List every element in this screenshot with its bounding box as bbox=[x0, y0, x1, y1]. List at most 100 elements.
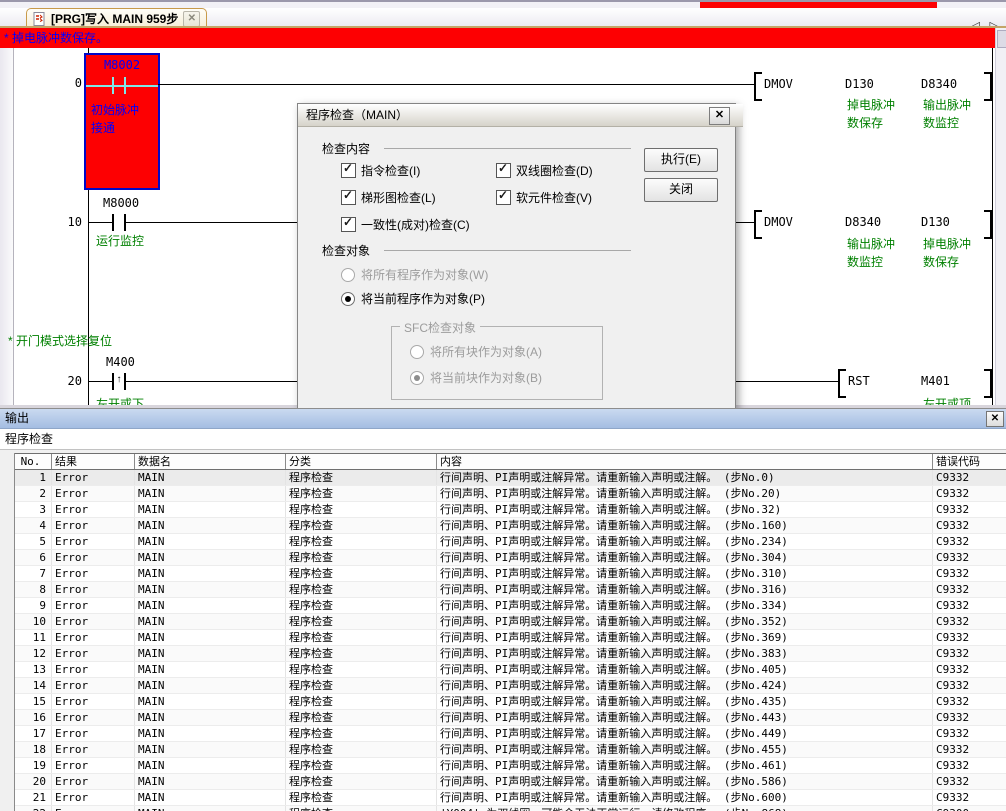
group-separator-line bbox=[384, 148, 631, 149]
instruction-op[interactable]: DMOV bbox=[764, 77, 793, 91]
execute-button[interactable]: 执行(E) bbox=[644, 148, 718, 172]
table-row[interactable]: 16 Error MAIN 程序检查 行间声明、PI声明或注解异常。请重新输入声… bbox=[15, 710, 1006, 726]
cell-category: 程序检查 bbox=[286, 566, 437, 581]
instruction-op[interactable]: DMOV bbox=[764, 215, 793, 229]
table-row[interactable]: 18 Error MAIN 程序检查 行间声明、PI声明或注解异常。请重新输入声… bbox=[15, 742, 1006, 758]
cell-no: 21 bbox=[15, 790, 52, 805]
table-row[interactable]: 20 Error MAIN 程序检查 行间声明、PI声明或注解异常。请重新输入声… bbox=[15, 774, 1006, 790]
table-row[interactable]: 7 Error MAIN 程序检查 行间声明、PI声明或注解异常。请重新输入声明… bbox=[15, 566, 1006, 582]
checkbox-consistency-check[interactable]: ✓ 一致性(成对)检查(C) bbox=[341, 216, 470, 233]
checkbox-ladder-check[interactable]: ✓ 梯形图检查(L) bbox=[341, 189, 436, 206]
dialog-close-icon[interactable]: ✕ bbox=[709, 107, 730, 125]
table-row[interactable]: 21 Error MAIN 程序检查 行间声明、PI声明或注解异常。请重新输入声… bbox=[15, 790, 1006, 806]
table-row[interactable]: 2 Error MAIN 程序检查 行间声明、PI声明或注解异常。请重新输入声明… bbox=[15, 486, 1006, 502]
cell-no: 3 bbox=[15, 502, 52, 517]
dialog-titlebar[interactable]: 程序检查（MAIN） bbox=[298, 104, 743, 127]
cell-dataname: MAIN bbox=[135, 566, 286, 581]
cell-category: 程序检查 bbox=[286, 518, 437, 533]
output-panel-titlebar[interactable]: 输出 bbox=[0, 409, 1006, 429]
col-header-dataname[interactable]: 数据名 bbox=[135, 454, 286, 469]
radio-current-program[interactable]: 将当前程序作为对象(P) bbox=[341, 290, 485, 307]
cell-content: 行间声明、PI声明或注解异常。请重新输入声明或注解。 (步No.316) bbox=[437, 582, 933, 597]
checkbox-box[interactable]: ✓ bbox=[341, 163, 356, 178]
checkbox-box[interactable]: ✓ bbox=[341, 190, 356, 205]
table-row[interactable]: 14 Error MAIN 程序检查 行间声明、PI声明或注解异常。请重新输入声… bbox=[15, 678, 1006, 694]
cell-content: 行间声明、PI声明或注解异常。请重新输入声明或注解。 (步No.405) bbox=[437, 662, 933, 677]
instruction-operand[interactable]: D130 bbox=[845, 77, 874, 91]
table-row[interactable]: 19 Error MAIN 程序检查 行间声明、PI声明或注解异常。请重新输入声… bbox=[15, 758, 1006, 774]
table-row[interactable]: 10 Error MAIN 程序检查 行间声明、PI声明或注解异常。请重新输入声… bbox=[15, 614, 1006, 630]
cell-no: 12 bbox=[15, 646, 52, 661]
cell-no: 18 bbox=[15, 742, 52, 757]
cell-no: 8 bbox=[15, 582, 52, 597]
checkbox-instruction-check[interactable]: ✓ 指令检查(I) bbox=[341, 162, 420, 179]
col-header-result[interactable]: 结果 bbox=[52, 454, 135, 469]
cell-result: Error bbox=[52, 662, 135, 677]
table-row[interactable]: 12 Error MAIN 程序检查 行间声明、PI声明或注解异常。请重新输入声… bbox=[15, 646, 1006, 662]
cell-content: 行间声明、PI声明或注解异常。请重新输入声明或注解。 (步No.160) bbox=[437, 518, 933, 533]
cell-errorcode: C9332 bbox=[933, 630, 1006, 645]
close-button[interactable]: 关闭 bbox=[644, 178, 718, 202]
table-row[interactable]: 9 Error MAIN 程序检查 行间声明、PI声明或注解异常。请重新输入声明… bbox=[15, 598, 1006, 614]
contact-device-label[interactable]: M8000 bbox=[103, 196, 139, 210]
radio-circle bbox=[341, 268, 355, 282]
table-row[interactable]: 8 Error MAIN 程序检查 行间声明、PI声明或注解异常。请重新输入声明… bbox=[15, 582, 1006, 598]
ladder-cursor-selection[interactable]: M8002 初始脉冲 接通 bbox=[84, 53, 160, 190]
cell-result: Error bbox=[52, 518, 135, 533]
cell-errorcode: C9332 bbox=[933, 790, 1006, 805]
table-row[interactable]: 6 Error MAIN 程序检查 行间声明、PI声明或注解异常。请重新输入声明… bbox=[15, 550, 1006, 566]
table-row[interactable]: 4 Error MAIN 程序检查 行间声明、PI声明或注解异常。请重新输入声明… bbox=[15, 518, 1006, 534]
cell-no: 2 bbox=[15, 486, 52, 501]
table-row[interactable]: 17 Error MAIN 程序检查 行间声明、PI声明或注解异常。请重新输入声… bbox=[15, 726, 1006, 742]
radio-circle bbox=[410, 345, 424, 359]
output-subtitle: 程序检查 bbox=[0, 429, 1006, 450]
rising-edge-icon: ↑ bbox=[112, 374, 126, 385]
table-row[interactable]: 3 Error MAIN 程序检查 行间声明、PI声明或注解异常。请重新输入声明… bbox=[15, 502, 1006, 518]
col-header-category[interactable]: 分类 bbox=[286, 454, 437, 469]
output-close-icon[interactable]: ✕ bbox=[986, 411, 1004, 427]
sfc-check-target-groupbox: SFC检查对象 将所有块作为对象(A) 将当前块作为对象(B) bbox=[391, 326, 603, 400]
radio-all-programs: 将所有程序作为对象(W) bbox=[341, 266, 488, 283]
instruction-operand[interactable]: D8340 bbox=[921, 77, 957, 91]
checkbox-box[interactable]: ✓ bbox=[496, 163, 511, 178]
table-row[interactable]: 1 Error MAIN 程序检查 行间声明、PI声明或注解异常。请重新输入声明… bbox=[15, 470, 1006, 486]
instruction-operand[interactable]: M401 bbox=[921, 374, 950, 388]
checkbox-box[interactable]: ✓ bbox=[341, 217, 356, 232]
col-header-errorcode[interactable]: 错误代码 bbox=[933, 454, 1006, 469]
cell-result: Error bbox=[52, 614, 135, 629]
cell-errorcode: C9332 bbox=[933, 486, 1006, 501]
tab-prg-main[interactable]: [PRG]写入 MAIN 959步 ✕ bbox=[26, 8, 207, 27]
table-row[interactable]: 13 Error MAIN 程序检查 行间声明、PI声明或注解异常。请重新输入声… bbox=[15, 662, 1006, 678]
checkbox-box[interactable]: ✓ bbox=[496, 190, 511, 205]
editor-tab-bar: [PRG]写入 MAIN 959步 ✕ ◁ ▷ bbox=[0, 8, 1006, 26]
cell-result: Error bbox=[52, 534, 135, 549]
col-header-content[interactable]: 内容 bbox=[437, 454, 933, 469]
instruction-operand[interactable]: D8340 bbox=[845, 215, 881, 229]
checkbox-double-coil-check[interactable]: ✓ 双线圈检查(D) bbox=[496, 162, 593, 179]
col-header-no[interactable]: No. bbox=[15, 454, 52, 469]
cell-category: 程序检查 bbox=[286, 470, 437, 485]
checkbox-device-check[interactable]: ✓ 软元件检查(V) bbox=[496, 189, 592, 206]
checkbox-label: 梯形图检查(L) bbox=[361, 189, 436, 206]
device-comment: 输出脉冲 bbox=[923, 96, 971, 113]
cell-category: 程序检查 bbox=[286, 534, 437, 549]
table-row[interactable]: 15 Error MAIN 程序检查 行间声明、PI声明或注解异常。请重新输入声… bbox=[15, 694, 1006, 710]
cell-content: 'Y004' 为双线圈。可能会无法正常运行，请修改程序。 (步No.868) bbox=[437, 806, 933, 811]
instruction-operand[interactable]: D130 bbox=[921, 215, 950, 229]
cell-no: 14 bbox=[15, 678, 52, 693]
instruction-op[interactable]: RST bbox=[848, 374, 870, 388]
cell-dataname: MAIN bbox=[135, 534, 286, 549]
cell-no: 16 bbox=[15, 710, 52, 725]
table-row[interactable]: 5 Error MAIN 程序检查 行间声明、PI声明或注解异常。请重新输入声明… bbox=[15, 534, 1006, 550]
cell-errorcode: C9332 bbox=[933, 694, 1006, 709]
ladder-vertical-scrollbar[interactable] bbox=[995, 28, 1006, 405]
cell-dataname: MAIN bbox=[135, 470, 286, 485]
radio-circle[interactable] bbox=[341, 292, 355, 306]
table-row[interactable]: 22 Error MAIN 程序检查 'Y004' 为双线圈。可能会无法正常运行… bbox=[15, 806, 1006, 811]
contact-device-label[interactable]: M400 bbox=[106, 355, 135, 369]
table-row[interactable]: 11 Error MAIN 程序检查 行间声明、PI声明或注解异常。请重新输入声… bbox=[15, 630, 1006, 646]
tab-close-icon[interactable]: ✕ bbox=[183, 11, 200, 27]
instruction-bracket-right bbox=[984, 72, 992, 101]
instruction-bracket-right bbox=[984, 210, 992, 239]
scrollbar-thumb[interactable] bbox=[997, 30, 1006, 48]
